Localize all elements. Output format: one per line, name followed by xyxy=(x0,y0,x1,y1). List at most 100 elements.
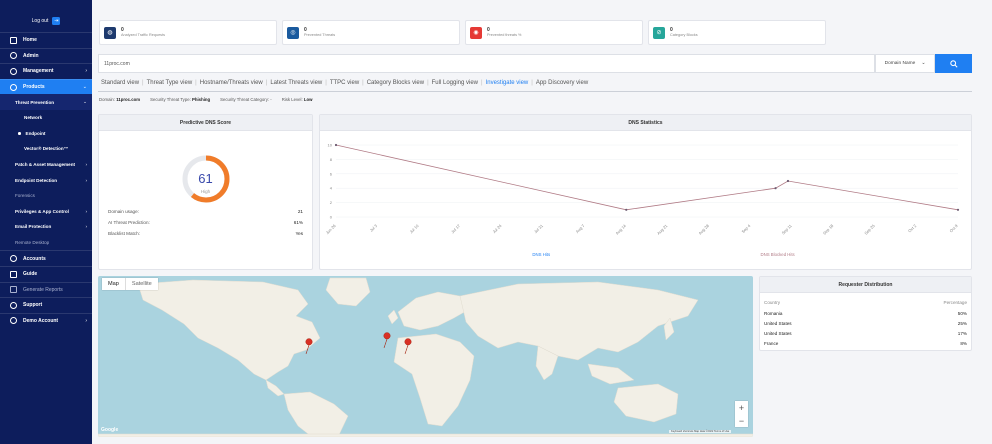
tab-hostname-threats-view[interactable]: Hostname/Threats view xyxy=(197,80,266,86)
requester-distribution-panel: Requester Distribution Country Percentage… xyxy=(759,276,972,351)
sidebar-item-vector-detection[interactable]: Vector® Detection™ xyxy=(0,141,92,157)
sidebar-item-remote-desktop[interactable]: Remote Desktop xyxy=(0,235,92,251)
users-icon xyxy=(10,317,17,325)
stat-card-category-blocks: ⊘ 0 Category Blocks xyxy=(648,20,826,45)
sidebar-item-label: Home xyxy=(23,37,37,44)
chevron-right-icon: › xyxy=(85,224,87,230)
tab-full-logging-view[interactable]: Full Logging view xyxy=(429,80,481,86)
sidebar-item-admin[interactable]: Admin xyxy=(0,47,92,64)
data-point xyxy=(786,179,790,183)
sidebar-item-guide[interactable]: Guide xyxy=(0,265,92,282)
chevron-down-icon: ⌄ xyxy=(82,84,87,91)
satellite-view-button[interactable]: Satellite xyxy=(124,278,158,290)
y-tick-label: 2 xyxy=(330,200,333,205)
x-tick-label: Jul 31 xyxy=(533,223,545,235)
search-button[interactable] xyxy=(935,54,972,73)
threat-category-info: Security Threat Category: - xyxy=(220,97,272,102)
score-value: 61 xyxy=(198,171,213,186)
sidebar-item-endpoint[interactable]: Endpoint xyxy=(0,126,92,142)
book-icon xyxy=(10,270,17,278)
threat-type-info: Security Threat Type: Phishing xyxy=(150,97,211,102)
zoom-out-button[interactable]: − xyxy=(739,416,744,426)
stat-card-prevented: ◎ 0 Prevented Threats xyxy=(282,20,460,45)
zoom-in-button[interactable]: + xyxy=(739,403,744,413)
sidebar-item-label: Privileges & App Control xyxy=(15,208,69,214)
table-row: United States 17% xyxy=(764,331,967,336)
search-icon xyxy=(949,59,958,68)
search-input[interactable]: 11proc.com xyxy=(98,54,875,73)
sidebar-item-home[interactable]: Home xyxy=(0,32,92,48)
dns-statistics-chart: 0 2 4 6 8 10 Jun 26 Jul 3 Jul 10 Jul 17 Jul 24 Jul … xyxy=(325,143,960,258)
x-tick-label: Sep 11 xyxy=(781,223,794,236)
sidebar-item-label: Vector® Detection™ xyxy=(24,146,69,152)
sidebar-item-threat-prevention[interactable]: Threat Prevention ⌄ xyxy=(0,94,92,110)
sidebar-nav: Home Admin Management › Products ⌄ Threa… xyxy=(0,32,92,328)
sidebar-item-network[interactable]: Network xyxy=(0,110,92,126)
sidebar-item-support[interactable]: Support xyxy=(0,297,92,313)
google-logo: Google xyxy=(101,427,119,433)
data-point xyxy=(774,187,777,190)
tab-ttpc-view[interactable]: TTPC view xyxy=(327,80,362,86)
alert-icon: ◉ xyxy=(470,26,482,39)
data-point xyxy=(956,208,960,211)
metric-row: Blacklist Match: Yes xyxy=(108,231,303,236)
logout-button[interactable]: Log out ⇥ xyxy=(0,14,92,28)
tab-category-blocks-view[interactable]: Category Blocks view xyxy=(364,80,427,86)
sidebar-item-label: Support xyxy=(23,302,43,309)
sidebar-item-forensics[interactable]: Forensics xyxy=(0,188,92,204)
risk-level-info: Risk Level: Low xyxy=(281,97,313,102)
stat-card-analyzed: ◍ 0 Analyzed Traffic Requests xyxy=(99,20,277,45)
sidebar-item-accounts[interactable]: Accounts xyxy=(0,250,92,266)
chevron-right-icon: › xyxy=(85,317,87,324)
risk-level-value: Low xyxy=(303,97,313,102)
y-tick-label: 10 xyxy=(328,143,333,148)
x-tick-label: Aug 7 xyxy=(575,223,586,234)
block-icon: ⊘ xyxy=(653,26,665,39)
domain-info: Domain: 11proc.com Security Threat Type:… xyxy=(99,97,313,102)
sidebar-item-label: Guide xyxy=(23,271,38,278)
chat-icon xyxy=(10,301,17,309)
stat-label: Category Blocks xyxy=(670,33,698,37)
map-marker-europe[interactable] xyxy=(383,332,391,349)
map-view-button[interactable]: Map xyxy=(102,278,125,290)
tab-app-discovery-view[interactable]: App Discovery view xyxy=(533,80,591,86)
sidebar-item-email-protection[interactable]: Email Protection › xyxy=(0,219,92,235)
sidebar-item-products[interactable]: Products ⌄ xyxy=(0,78,92,95)
y-tick-label: 4 xyxy=(330,186,333,191)
panel-title: DNS Statistics xyxy=(320,115,971,131)
sidebar-item-endpoint-detection[interactable]: Endpoint Detection › xyxy=(0,172,92,188)
sidebar-item-patch-management[interactable]: Patch & Asset Management › xyxy=(0,157,92,173)
sidebar-item-label: Forensics xyxy=(15,193,35,199)
x-tick-label: Aug 28 xyxy=(697,223,710,236)
score-level: High xyxy=(200,189,211,194)
legend-item: DNS Hits xyxy=(532,252,550,257)
stat-card-prevented-pct: ◉ 0 Prevented threats % xyxy=(465,20,643,45)
tab-investigate-view[interactable]: Investigate view xyxy=(483,80,532,86)
sidebar-item-label: Remote Desktop xyxy=(15,240,50,246)
sidebar-item-privileges[interactable]: Privileges & App Control › xyxy=(0,204,92,220)
x-tick-label: Sep 4 xyxy=(740,223,751,234)
sidebar-item-label: Generate Reports xyxy=(23,286,63,293)
x-tick-label: Jul 24 xyxy=(491,223,503,235)
tab-standard-view[interactable]: Standard view xyxy=(98,80,142,86)
search-type-select[interactable]: Domain Name ⌄ xyxy=(875,54,935,73)
sidebar-item-demo-account[interactable]: Demo Account › xyxy=(0,312,92,329)
tab-threat-type-view[interactable]: Threat Type view xyxy=(144,80,196,86)
stat-label: Analyzed Traffic Requests xyxy=(121,33,166,37)
bullet-icon xyxy=(18,132,21,135)
requester-map[interactable] xyxy=(98,276,753,437)
sidebar-item-label: Patch & Asset Management xyxy=(15,162,76,168)
sidebar-item-label: Products xyxy=(23,84,45,91)
domain-info-item: Domain: 11proc.com xyxy=(99,97,141,102)
map-zoom-controls: + − xyxy=(735,401,748,427)
sidebar-item-generate-reports[interactable]: Generate Reports xyxy=(0,281,92,298)
table-header: Country Percentage xyxy=(764,300,967,305)
gear-icon xyxy=(10,67,17,75)
panel-title: Requester Distribution xyxy=(760,277,971,293)
map-attribution[interactable]: Keyboard shortcuts Map data ©2022 Terms … xyxy=(669,430,732,433)
tab-latest-threats-view[interactable]: Latest Threats view xyxy=(267,80,325,86)
table-row: Romania 50% xyxy=(764,311,967,316)
logout-label: Log out xyxy=(31,18,49,24)
x-tick-label: Jun 26 xyxy=(325,223,338,236)
sidebar-item-management[interactable]: Management › xyxy=(0,63,92,79)
